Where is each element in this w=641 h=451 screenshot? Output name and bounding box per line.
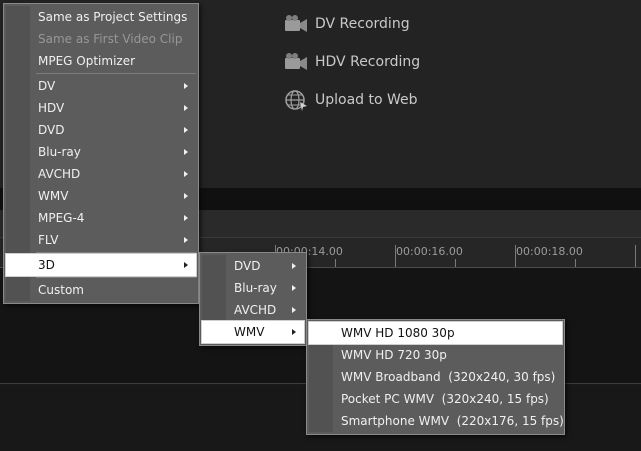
menu-item-wmv[interactable]: WMV: [6, 185, 196, 207]
menu-item-label: Blu-ray: [234, 281, 277, 295]
menu-item-label: WMV: [234, 325, 265, 339]
ruler-tick: [575, 259, 576, 267]
menu-separator: [36, 73, 196, 74]
submenu-arrow-icon: [184, 193, 188, 199]
wmv-item-hd-720-30p[interactable]: WMV HD 720 30p: [309, 344, 562, 366]
upload-to-web-option[interactable]: Upload to Web: [284, 88, 418, 112]
menu-item-label: WMV HD 1080 30p: [341, 326, 455, 340]
menu-item-blu-ray[interactable]: Blu-ray: [6, 141, 196, 163]
submenu-item-avchd[interactable]: AVCHD: [202, 299, 304, 321]
menu-separator: [36, 277, 196, 278]
menu-item-dvd[interactable]: DVD: [6, 119, 196, 141]
menu-item-label: HDV: [38, 101, 65, 115]
dv-recording-label: DV Recording: [315, 16, 410, 32]
ruler-tick: [515, 245, 516, 267]
menu-item-label: WMV HD 720 30p: [341, 348, 447, 362]
submenu-arrow-icon: [184, 149, 188, 155]
menu-item-label: Custom: [38, 283, 84, 297]
menu-item-label: Blu-ray: [38, 145, 81, 159]
ruler-tick: [395, 245, 396, 267]
menu-item-label: WMV: [38, 189, 69, 203]
wmv-item-hd-1080-30p[interactable]: WMV HD 1080 30p: [308, 321, 563, 345]
menu-item-label: AVCHD: [234, 303, 277, 317]
wmv-item-broadband[interactable]: WMV Broadband (320x240, 30 fps): [309, 366, 562, 388]
camcorder-icon: [285, 15, 307, 32]
menu-item-label: FLV: [38, 233, 59, 247]
menu-item-mpeg4[interactable]: MPEG-4: [6, 207, 196, 229]
submenu-3d: DVD Blu-ray AVCHD WMV: [199, 252, 307, 346]
menu-item-hdv[interactable]: HDV: [6, 97, 196, 119]
menu-item-label: WMV Broadband (320x240, 30 fps): [341, 370, 556, 384]
submenu-item-wmv[interactable]: WMV: [201, 320, 305, 344]
menu-item-label: 3D: [38, 258, 55, 272]
menu-item-label: DV: [38, 79, 56, 93]
submenu-arrow-icon: [184, 237, 188, 243]
menu-item-label: Pocket PC WMV (320x240, 15 fps): [341, 392, 549, 406]
menu-item-avchd[interactable]: AVCHD: [6, 163, 196, 185]
menu-item-label: Same as Project Settings: [38, 10, 188, 24]
menu-item-label: Same as First Video Clip: [38, 32, 183, 46]
globe-icon: [285, 90, 307, 111]
menu-item-dv[interactable]: DV: [6, 75, 196, 97]
submenu-arrow-icon: [184, 127, 188, 133]
menu-item-label: MPEG Optimizer: [38, 54, 136, 68]
submenu-arrow-icon: [184, 83, 188, 89]
submenu-arrow-icon: [292, 285, 296, 291]
wmv-item-smartphone[interactable]: Smartphone WMV (220x176, 15 fps): [309, 410, 564, 432]
ruler-tick: [335, 259, 336, 267]
menu-item-label: DVD: [38, 123, 65, 137]
menu-item-same-as-project[interactable]: Same as Project Settings: [6, 6, 196, 28]
submenu-arrow-icon: [184, 171, 188, 177]
submenu-arrow-icon: [292, 329, 296, 335]
wmv-item-pocket-pc[interactable]: Pocket PC WMV (320x240, 15 fps): [309, 388, 562, 410]
submenu-item-dvd[interactable]: DVD: [202, 255, 304, 277]
submenu-arrow-icon: [292, 263, 296, 269]
ruler-time-label: 00:00:18.00: [516, 245, 583, 258]
menu-item-label: DVD: [234, 259, 261, 273]
menu-item-label: Smartphone WMV (220x176, 15 fps): [341, 414, 564, 428]
ruler-tick: [455, 259, 456, 267]
submenu-item-blu-ray[interactable]: Blu-ray: [202, 277, 304, 299]
submenu-arrow-icon: [184, 105, 188, 111]
menu-separator: [36, 252, 196, 253]
hdv-recording-label: HDV Recording: [315, 54, 421, 70]
submenu-wmv: WMV HD 1080 30p WMV HD 720 30p WMV Broad…: [306, 319, 565, 435]
hdv-recording-option[interactable]: HDV Recording: [284, 50, 420, 74]
submenu-arrow-icon: [184, 215, 188, 221]
menu-item-3d[interactable]: 3D: [5, 253, 197, 277]
menu-item-same-as-first-clip[interactable]: Same as First Video Clip: [6, 28, 196, 50]
ruler-tick: [635, 245, 636, 267]
menu-item-flv[interactable]: FLV: [6, 229, 196, 251]
menu-item-custom[interactable]: Custom: [6, 279, 196, 301]
menu-item-mpeg-optimizer[interactable]: MPEG Optimizer: [6, 50, 196, 72]
format-menu: Same as Project Settings Same as First V…: [3, 3, 199, 304]
dv-recording-option[interactable]: DV Recording: [284, 12, 410, 36]
camcorder-icon: [285, 53, 307, 70]
menu-item-label: MPEG-4: [38, 211, 85, 225]
upload-to-web-label: Upload to Web: [315, 92, 418, 108]
menu-item-label: AVCHD: [38, 167, 81, 181]
submenu-arrow-icon: [184, 262, 188, 268]
submenu-arrow-icon: [292, 307, 296, 313]
ruler-time-label: 00:00:16.00: [396, 245, 463, 258]
